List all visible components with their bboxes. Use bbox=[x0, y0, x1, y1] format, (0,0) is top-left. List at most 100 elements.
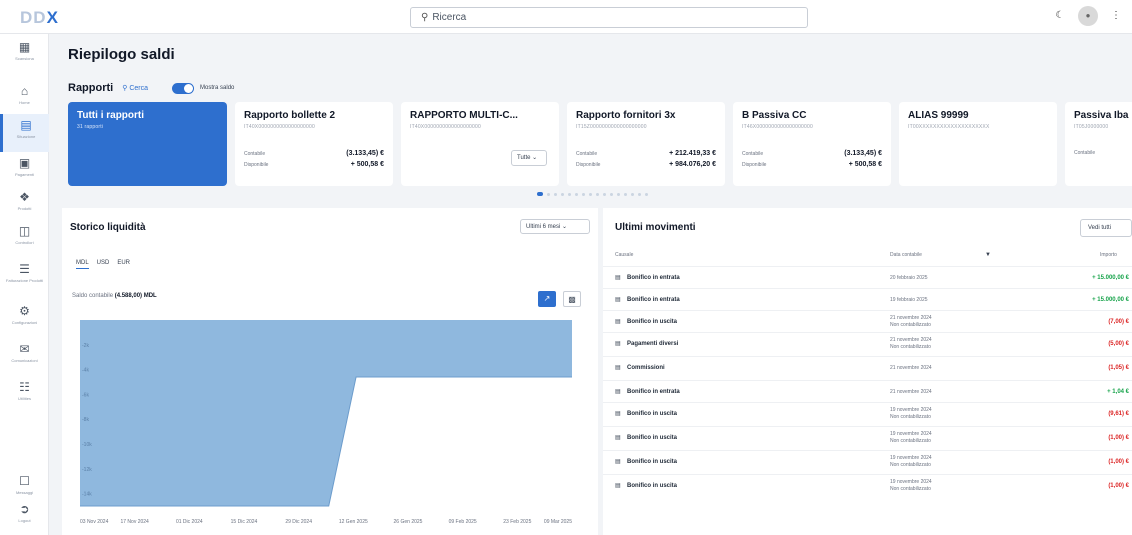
settings-icon: ⚙ bbox=[19, 304, 30, 318]
tab-mdl[interactable]: MDL bbox=[76, 260, 89, 269]
liquidity-chart: -2k -4k -6k -8k -10k -12k -14k 03 Nov 2024 17 No… bbox=[80, 320, 572, 525]
liquidity-title: Storico liquidità bbox=[70, 222, 146, 233]
x-tick-label: 29 Dic 2024 bbox=[285, 519, 312, 525]
search-icon: ⚲ bbox=[421, 12, 429, 23]
row-causale: Bonifico in uscita bbox=[627, 459, 678, 465]
header-causale: Causale bbox=[615, 252, 634, 258]
row-date-line: 19 febbraio 2025 bbox=[890, 297, 928, 303]
row-amount: (1,05) € bbox=[1108, 365, 1129, 371]
bar-chart-icon: ▩ bbox=[568, 295, 576, 304]
table-row[interactable]: ▤ Bonifico in uscita 21 novembre 2024 Non c… bbox=[603, 310, 1132, 332]
x-tick-label: 01 Dic 2024 bbox=[176, 519, 203, 525]
card-iban: IT46X0000000000000000000 bbox=[742, 124, 813, 130]
table-row[interactable]: ▤ Bonifico in uscita 19 novembre 2024 Non c… bbox=[603, 474, 1132, 496]
row-amount: (9,61) € bbox=[1108, 411, 1129, 417]
card-alias-99999[interactable]: ALIAS 99999 IT00XXXXXXXXXXXXXXXXXXXX bbox=[899, 102, 1057, 186]
sidebar-item-comunicazioni[interactable]: ✉ Comunicazioni bbox=[0, 338, 49, 376]
sidebar-item-fatturazione[interactable]: ☰ Fatturazione Prodotti bbox=[0, 258, 49, 296]
row-causale: Bonifico in entrata bbox=[627, 275, 680, 281]
sidebar-item-scansiona[interactable]: ▦ Scansiona bbox=[0, 36, 49, 74]
carousel-dot[interactable] bbox=[561, 192, 564, 196]
x-tick-label: 26 Gen 2025 bbox=[394, 519, 423, 525]
carousel-dot[interactable] bbox=[547, 192, 550, 196]
avatar[interactable]: ● bbox=[1078, 6, 1098, 26]
transaction-icon: ▤ bbox=[615, 459, 621, 465]
more-icon[interactable]: ⋮ bbox=[1106, 6, 1126, 26]
row-date-line: 19 novembre 2024 bbox=[890, 479, 932, 485]
carousel-dot[interactable] bbox=[638, 192, 641, 196]
sidebar-item-pagamenti[interactable]: ▣ Pagamenti bbox=[0, 152, 49, 190]
sidebar-item-utilities[interactable]: ☷ Utilities bbox=[0, 376, 49, 414]
x-tick-label: 17 Nov 2024 bbox=[120, 519, 149, 525]
sidebar-item-home[interactable]: ⌂ Home bbox=[0, 80, 49, 118]
y-tick-label: -14k bbox=[82, 492, 92, 498]
carousel-dot[interactable] bbox=[575, 192, 578, 196]
cerca-link[interactable]: ⚲ Cerca bbox=[122, 84, 148, 92]
tab-usd[interactable]: USD bbox=[97, 260, 110, 269]
table-row[interactable]: ▤ Bonifico in uscita 19 novembre 2024 Non c… bbox=[603, 450, 1132, 472]
card-tutti-rapporti[interactable]: Tutti i rapporti 31 rapporti bbox=[68, 102, 227, 186]
table-row[interactable]: ▤ Commissioni 21 novembre 2024 (1,05) € bbox=[603, 356, 1132, 378]
transaction-icon: ▤ bbox=[615, 275, 621, 281]
card-iban: IT15Z0000000000000000000 bbox=[576, 124, 647, 130]
header-data-contabile[interactable]: Data contabile bbox=[890, 252, 922, 258]
card-rapporto-multi[interactable]: RAPPORTO MULTI-C... IT40X000000000000000… bbox=[401, 102, 559, 186]
row-amount: (1,00) € bbox=[1108, 483, 1129, 489]
table-row[interactable]: ▤ Pagamenti diversi 21 novembre 2024 Non co… bbox=[603, 332, 1132, 354]
view-all-button[interactable]: Vedi tutti bbox=[1080, 219, 1132, 237]
rapporti-toolbar: Rapporti ⚲ Cerca Mostra saldo bbox=[68, 80, 234, 96]
row-status: Non contabilizzato bbox=[890, 462, 931, 468]
card-rapporto-bollette-2[interactable]: Rapporto bollette 2 IT40X000000000000000… bbox=[235, 102, 393, 186]
card-rapporto-fornitori[interactable]: Rapporto fornitori 3x IT15Z0000000000000… bbox=[567, 102, 725, 186]
card-passiva-iba[interactable]: Passiva Iba IT05J0000000 Contabile bbox=[1065, 102, 1132, 186]
carousel-dot[interactable] bbox=[537, 192, 543, 196]
app-logo[interactable]: DDX bbox=[20, 8, 59, 28]
controllers-icon: ◫ bbox=[18, 224, 31, 238]
currency-select[interactable]: Tutte ⌄ bbox=[511, 150, 547, 166]
tab-eur[interactable]: EUR bbox=[117, 260, 130, 269]
carousel-dot[interactable] bbox=[554, 192, 557, 196]
sidebar-item-situazione[interactable]: ▤ Situazione bbox=[0, 114, 49, 152]
y-tick-label: -12k bbox=[82, 467, 92, 473]
carousel-dot[interactable] bbox=[582, 192, 585, 196]
sidebar-item-controllori[interactable]: ◫ Controllori bbox=[0, 220, 49, 258]
carousel-dot[interactable] bbox=[631, 192, 634, 196]
transaction-icon: ▤ bbox=[615, 435, 621, 441]
billing-icon: ☰ bbox=[19, 262, 30, 276]
mostra-saldo-toggle[interactable] bbox=[172, 82, 195, 94]
row-status: Non contabilizzato bbox=[890, 414, 931, 420]
table-row[interactable]: ▤ Bonifico in entrata 19 febbraio 2025 + 15… bbox=[603, 288, 1132, 310]
search-input[interactable]: ⚲ Ricerca bbox=[410, 7, 808, 28]
line-chart-icon: ↗ bbox=[543, 294, 551, 303]
search-placeholder: Ricerca bbox=[432, 12, 467, 23]
moon-icon[interactable]: ☾ bbox=[1050, 6, 1070, 26]
bar-chart-button[interactable]: ▩ bbox=[563, 291, 581, 307]
carousel-dot[interactable] bbox=[568, 192, 571, 196]
row-date-line: 19 novembre 2024 bbox=[890, 431, 932, 437]
carousel-dot[interactable] bbox=[603, 192, 606, 196]
area-chart-button[interactable]: ↗ bbox=[538, 291, 556, 307]
sidebar-item-logout[interactable]: ➲ Logout bbox=[0, 498, 49, 535]
messages-icon: ☐ bbox=[19, 474, 30, 488]
sidebar-item-configurazioni[interactable]: ⚙ Configurazioni bbox=[0, 300, 49, 338]
carousel-dot[interactable] bbox=[617, 192, 620, 196]
row-date-line: 19 novembre 2024 bbox=[890, 455, 932, 461]
carousel-dot[interactable] bbox=[610, 192, 613, 196]
table-row[interactable]: ▤ Bonifico in uscita 19 novembre 2024 Non c… bbox=[603, 426, 1132, 448]
row-status: Non contabilizzato bbox=[890, 486, 931, 492]
carousel-dot[interactable] bbox=[589, 192, 592, 196]
sort-down-icon[interactable]: ▼ bbox=[985, 252, 991, 258]
row-date-line: 21 novembre 2024 bbox=[890, 337, 932, 343]
sidebar-item-prodotti[interactable]: ❖ Prodotti bbox=[0, 186, 49, 224]
carousel-dot[interactable] bbox=[596, 192, 599, 196]
y-tick-label: -2k bbox=[82, 343, 89, 349]
period-select[interactable]: Ultimi 6 mesi ⌄ bbox=[520, 219, 590, 234]
carousel-dot[interactable] bbox=[624, 192, 627, 196]
table-row[interactable]: ▤ Bonifico in entrata 21 novembre 2024 + 1,… bbox=[603, 380, 1132, 402]
search-icon: ⚲ bbox=[122, 85, 128, 92]
table-row[interactable]: ▤ Bonifico in entrata 20 febbraio 2025 + 15… bbox=[603, 266, 1132, 288]
carousel-dot[interactable] bbox=[645, 192, 648, 196]
card-b-passiva-cc[interactable]: B Passiva CC IT46X0000000000000000000 Co… bbox=[733, 102, 891, 186]
table-row[interactable]: ▤ Bonifico in uscita 19 novembre 2024 Non c… bbox=[603, 402, 1132, 424]
transaction-icon: ▤ bbox=[615, 389, 621, 395]
